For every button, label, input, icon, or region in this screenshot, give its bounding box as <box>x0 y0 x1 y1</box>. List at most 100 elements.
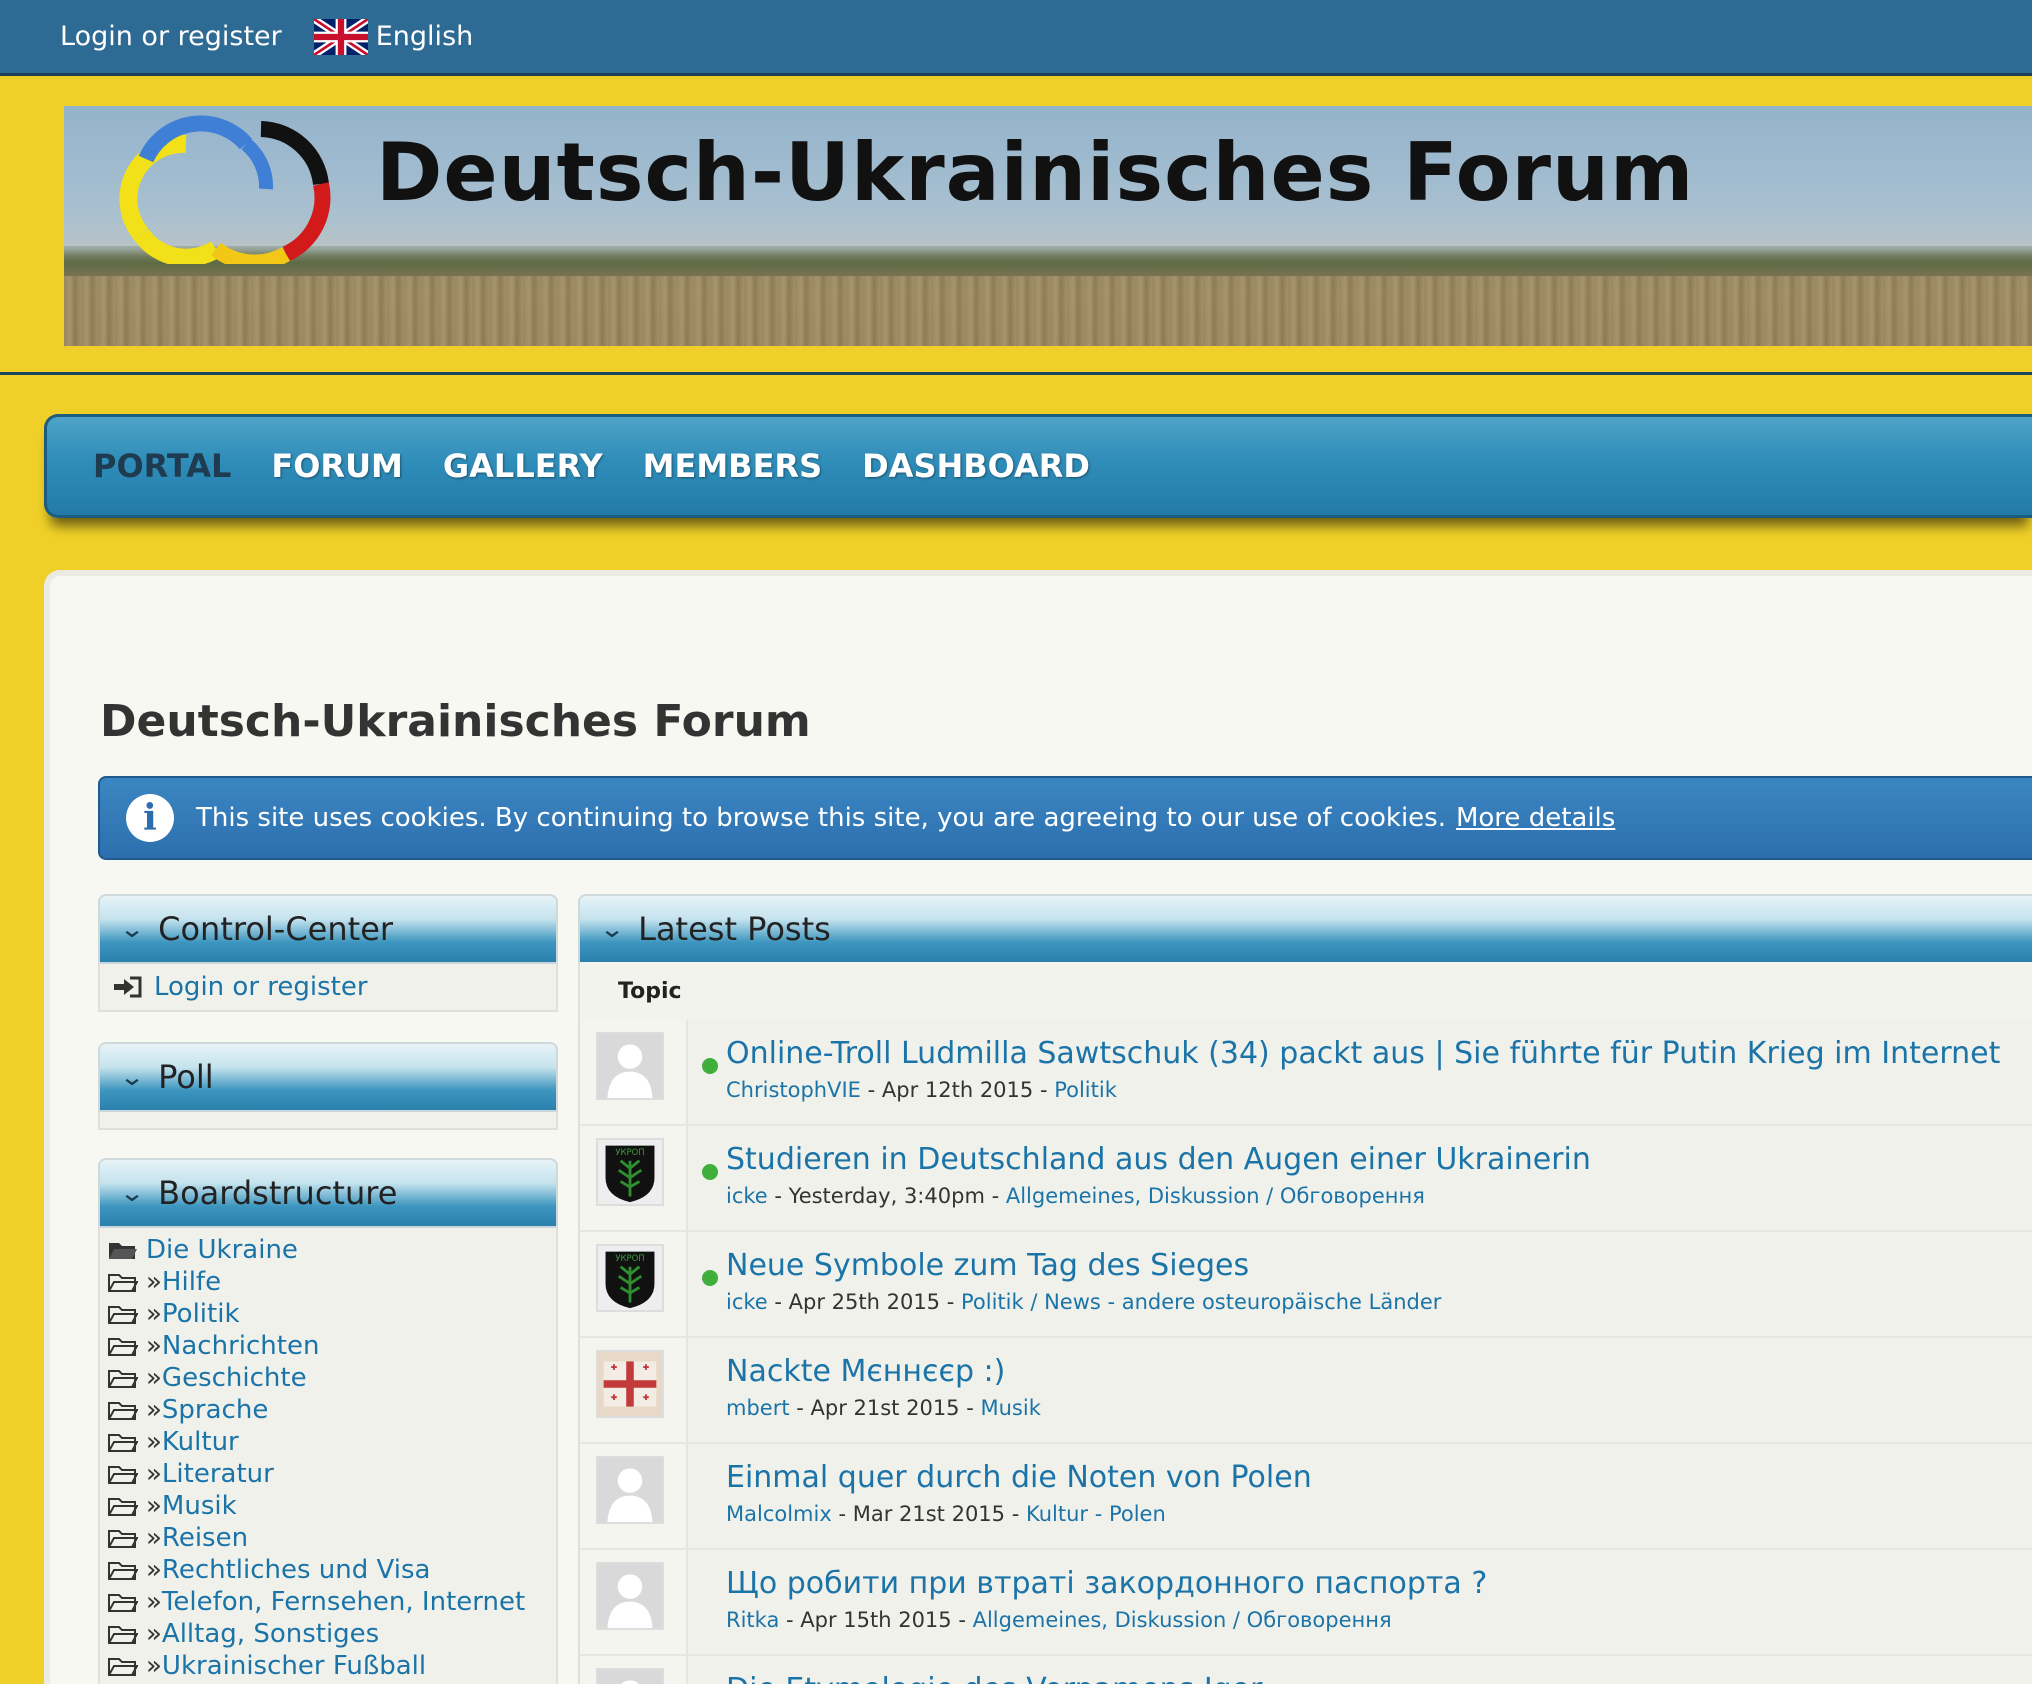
header-banner[interactable]: Deutsch-Ukrainisches Forum <box>64 106 2032 346</box>
post-title-link[interactable]: Nackte Мєннєєр :) <box>726 1354 1005 1389</box>
info-icon: i <box>126 794 174 842</box>
post-row: Nackte Мєннєєр :) mbert - Apr 21st 2015 -… <box>578 1338 2032 1444</box>
post-author-link[interactable]: icke <box>726 1290 768 1314</box>
board-item-label: Reisen <box>161 1523 249 1553</box>
board-item-label: Politik <box>161 1299 240 1329</box>
cookie-notice: i This site uses cookies. By continuing … <box>98 776 2032 860</box>
board-item[interactable]: » Hilfe <box>108 1266 548 1298</box>
chevron-down-icon[interactable]: ⌄ <box>119 915 145 943</box>
folder-icon <box>108 1274 138 1292</box>
post-category-link[interactable]: Kultur - Polen <box>1026 1502 1166 1526</box>
user-silhouette-icon <box>598 1034 662 1098</box>
post-author-link[interactable]: mbert <box>726 1396 790 1420</box>
post-title-link[interactable]: Die Etymologie des Vornamens Igor <box>726 1672 1262 1684</box>
post-title-link[interactable]: Neue Symbole zum Tag des Sieges <box>726 1248 1249 1283</box>
post-title-link[interactable]: Einmal quer durch die Noten von Polen <box>726 1460 1312 1495</box>
board-item[interactable]: Die Ukraine <box>108 1234 548 1266</box>
post-meta: icke - Apr 25th 2015 - Politik / News - … <box>726 1290 1442 1314</box>
latest-posts-header[interactable]: ⌄ Latest Posts <box>578 894 2032 962</box>
post-avatar-cell <box>580 1338 688 1442</box>
board-item[interactable]: » Kultur <box>108 1426 548 1458</box>
sign-in-icon <box>114 976 142 998</box>
chevron-down-icon[interactable]: ⌄ <box>599 915 625 943</box>
post-author-link[interactable]: icke <box>726 1184 768 1208</box>
avatar[interactable] <box>596 1668 664 1684</box>
user-avatar-image <box>598 1352 662 1416</box>
post-avatar-cell <box>580 1020 688 1124</box>
board-item[interactable]: » Ukrainischer Fußball <box>108 1650 548 1682</box>
post-date: Yesterday, 3:40pm <box>788 1184 985 1208</box>
post-row: Einmal quer durch die Noten von Polen Mal… <box>578 1444 2032 1550</box>
unread-dot-icon <box>702 1164 718 1180</box>
nav-gallery[interactable]: GALLERY <box>443 447 603 485</box>
post-avatar-cell <box>580 1656 688 1684</box>
boardstructure-header[interactable]: ⌄ Boardstructure <box>98 1158 558 1226</box>
board-item[interactable]: » Politik <box>108 1298 548 1330</box>
chevron-down-icon[interactable]: ⌄ <box>119 1063 145 1091</box>
post-date: Apr 21st 2015 <box>810 1396 960 1420</box>
post-title-link[interactable]: Що робити при втраті закордонного паспор… <box>726 1566 1487 1601</box>
folder-icon <box>108 1658 138 1676</box>
board-item[interactable]: » Telefon, Fernsehen, Internet <box>108 1586 548 1618</box>
avatar[interactable]: УКРОП <box>596 1244 664 1312</box>
login-register-link[interactable]: Login or register <box>60 21 282 52</box>
avatar[interactable] <box>596 1350 664 1418</box>
post-avatar-cell <box>580 1444 688 1548</box>
post-list: Online-Troll Ludmilla Sawtschuk (34) pac… <box>578 1020 2032 1684</box>
board-item[interactable]: » Rechtliches und Visa <box>108 1554 548 1586</box>
cookie-more-details-link[interactable]: More details <box>1456 803 1615 833</box>
nav-forum[interactable]: FORUM <box>271 447 403 485</box>
board-item-prefix: » <box>146 1331 162 1361</box>
post-category-link[interactable]: Politik <box>1054 1078 1117 1102</box>
poll-body <box>98 1110 558 1130</box>
board-item[interactable]: » Nachrichten <box>108 1330 548 1362</box>
post-category-link[interactable]: Musik <box>980 1396 1040 1420</box>
boardstructure-title: Boardstructure <box>158 1174 398 1212</box>
folder-icon <box>108 1370 138 1388</box>
control-center-body: Login or register <box>98 962 558 1012</box>
board-item-prefix: » <box>146 1555 162 1585</box>
post-author-link[interactable]: Ritka <box>726 1608 779 1632</box>
post-category-link[interactable]: Allgemeines, Diskussion / Обговорення <box>1006 1184 1425 1208</box>
board-item[interactable]: » Literatur <box>108 1458 548 1490</box>
main-navigation: PORTAL FORUM GALLERY MEMBERS DASHBOARD <box>44 414 2032 518</box>
board-item-prefix: » <box>146 1363 162 1393</box>
nav-dashboard[interactable]: DASHBOARD <box>862 447 1090 485</box>
board-item[interactable]: » Reisen <box>108 1522 548 1554</box>
post-meta: Malcolmix - Mar 21st 2015 - Kultur - Pol… <box>726 1502 1166 1526</box>
post-category-link[interactable]: Politik / News - andere osteuropäische L… <box>961 1290 1441 1314</box>
post-row: УКРОП Studieren in Deutschland aus den Au… <box>578 1126 2032 1232</box>
board-item[interactable]: » Geschichte <box>108 1362 548 1394</box>
board-item-label: Sprache <box>161 1395 269 1425</box>
chevron-down-icon[interactable]: ⌄ <box>119 1179 145 1207</box>
avatar[interactable] <box>596 1456 664 1524</box>
cookie-notice-text: This site uses cookies. By continuing to… <box>196 803 1446 833</box>
folder-icon <box>108 1562 138 1580</box>
board-item-prefix: » <box>146 1587 162 1617</box>
board-item-prefix: » <box>146 1267 162 1297</box>
board-item-label: Musik <box>161 1491 237 1521</box>
board-item-prefix: » <box>146 1395 162 1425</box>
avatar[interactable] <box>596 1032 664 1100</box>
post-title-link[interactable]: Studieren in Deutschland aus den Augen e… <box>726 1142 1591 1177</box>
folder-icon <box>108 1338 138 1356</box>
sidebar-login-link[interactable]: Login or register <box>112 972 544 1002</box>
avatar[interactable] <box>596 1562 664 1630</box>
avatar[interactable]: УКРОП <box>596 1138 664 1206</box>
board-item-label: Rechtliches und Visa <box>161 1555 431 1585</box>
board-item[interactable]: » Alltag, Sonstiges <box>108 1618 548 1650</box>
post-author-link[interactable]: ChristophVIE <box>726 1078 861 1102</box>
control-center-header[interactable]: ⌄ Control-Center <box>98 894 558 962</box>
board-item[interactable]: » Musik <box>108 1490 548 1522</box>
post-category-link[interactable]: Allgemeines, Diskussion / Обговорення <box>973 1608 1392 1632</box>
post-title-link[interactable]: Online-Troll Ludmilla Sawtschuk (34) pac… <box>726 1036 2000 1071</box>
page-title: Deutsch-Ukrainisches Forum <box>100 696 811 747</box>
post-author-link[interactable]: Malcolmix <box>726 1502 832 1526</box>
poll-header[interactable]: ⌄ Poll <box>98 1042 558 1110</box>
svg-text:УКРОП: УКРОП <box>615 1253 644 1263</box>
nav-portal[interactable]: PORTAL <box>93 447 231 485</box>
board-item[interactable]: » Sprache <box>108 1394 548 1426</box>
nav-members[interactable]: MEMBERS <box>643 447 822 485</box>
language-selector[interactable]: English <box>313 18 473 55</box>
board-item-label: Kultur <box>161 1427 239 1457</box>
